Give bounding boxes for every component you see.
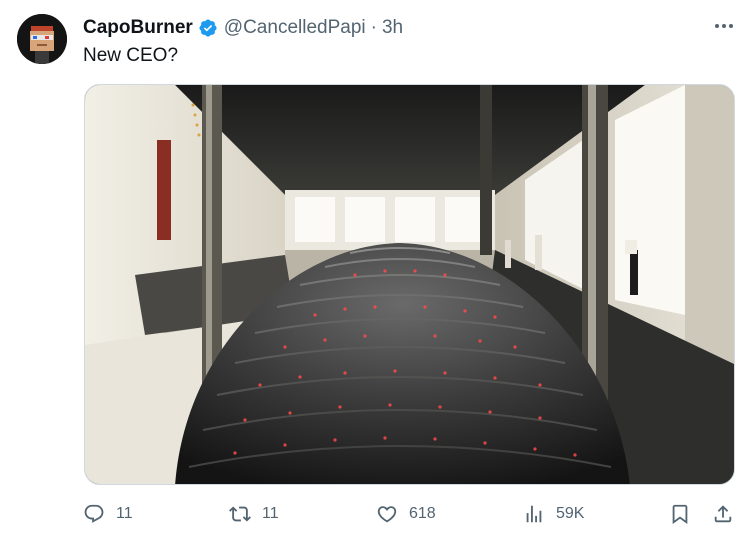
retweet-count: 11 — [262, 505, 279, 522]
author-handle[interactable]: @CancelledPapi — [224, 17, 366, 39]
like-count: 618 — [409, 505, 436, 522]
reply-button[interactable]: 11 — [82, 496, 133, 532]
retweet-button[interactable]: 11 — [228, 496, 279, 532]
like-button[interactable]: 618 — [375, 496, 436, 532]
avatar[interactable] — [17, 14, 67, 64]
more-icon[interactable] — [712, 16, 736, 36]
share-button[interactable] — [711, 496, 735, 532]
reply-icon — [82, 502, 106, 526]
view-count: 59K — [556, 505, 585, 522]
heart-icon — [375, 502, 399, 526]
display-name[interactable]: CapoBurner — [83, 17, 193, 39]
separator-dot: · — [370, 17, 377, 38]
retweet-icon — [228, 502, 252, 526]
tweet-actions: 11 11 618 59K — [0, 496, 750, 532]
timestamp[interactable]: 3h — [382, 17, 403, 39]
reply-count: 11 — [116, 505, 133, 522]
verified-badge-icon[interactable] — [198, 18, 218, 38]
tweet-header: CapoBurner @CancelledPapi · 3h — [83, 16, 403, 40]
share-icon — [711, 502, 735, 526]
bookmark-icon — [668, 502, 692, 526]
views-icon — [522, 502, 546, 526]
views-button[interactable]: 59K — [522, 496, 584, 532]
bookmark-button[interactable] — [668, 496, 692, 532]
tweet-text: New CEO? — [83, 45, 179, 66]
tweet-photo[interactable] — [84, 84, 735, 485]
